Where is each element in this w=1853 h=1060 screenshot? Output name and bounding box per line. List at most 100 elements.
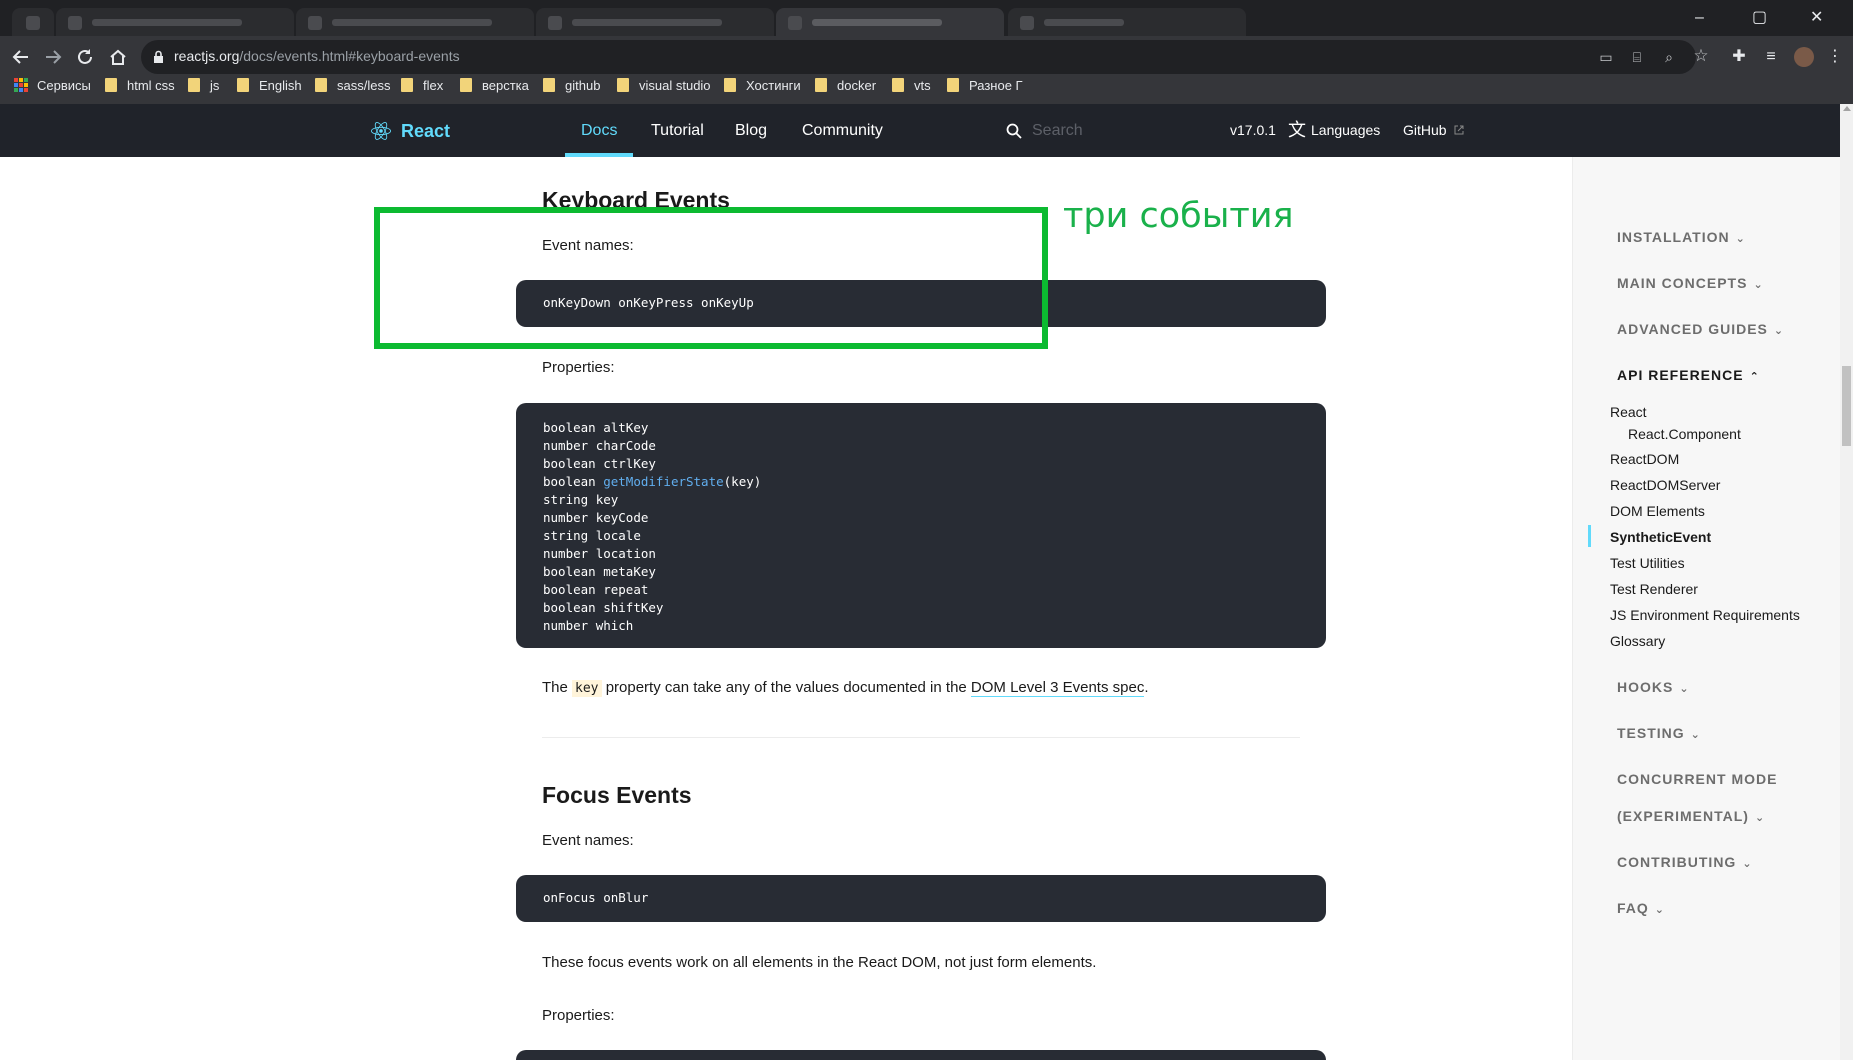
search-box[interactable] [1006, 120, 1182, 142]
page-scrollbar[interactable] [1840, 104, 1853, 1060]
url-path: /docs/events.html#keyboard-events [239, 48, 460, 64]
sidebar-item-syntheticevent[interactable]: SyntheticEvent [1610, 529, 1711, 545]
bookmark-apps[interactable]: Сервисы [14, 76, 91, 96]
prop-name: which [595, 618, 634, 633]
languages-link[interactable]: 文 Languages [1288, 104, 1380, 157]
sidebar-section-testing[interactable]: TESTING ⌄ [1617, 725, 1701, 741]
sidebar-section-concurrent-mode[interactable]: CONCURRENT MODE [1617, 771, 1777, 787]
bookmark-folder[interactable]: Разное Г [947, 76, 1023, 96]
bookmark-folder[interactable]: верстка [460, 76, 529, 96]
event-names-label: Event names: [542, 832, 634, 849]
react-logo-link[interactable]: React [371, 118, 450, 144]
github-link[interactable]: GitHub [1403, 104, 1464, 157]
chevron-down-icon: ⌄ [1690, 729, 1701, 741]
bookmark-star-icon[interactable]: ☆ [1692, 47, 1710, 65]
extensions-icon[interactable]: ✚ [1728, 46, 1750, 68]
sidebar-item-test-renderer[interactable]: Test Renderer [1610, 581, 1698, 597]
zoom-icon[interactable]: ⌕ [1660, 48, 1678, 66]
properties-label: Properties: [542, 1007, 615, 1024]
note-text: property can take any of the values docu… [605, 679, 967, 696]
reload-icon[interactable] [70, 42, 100, 72]
sidebar-section-api-reference[interactable]: API REFERENCE ⌃ [1617, 367, 1760, 383]
code-line: number keyCode [543, 510, 648, 525]
browser-tab[interactable] [56, 8, 294, 36]
address-bar[interactable]: reactjs.org/docs/events.html#keyboard-ev… [141, 40, 1709, 74]
folder-icon [460, 78, 472, 92]
sidebar-section-installation[interactable]: INSTALLATION ⌄ [1617, 229, 1746, 245]
scroll-up-arrow-icon[interactable] [1843, 106, 1851, 111]
bookmark-label: English [259, 78, 302, 93]
home-icon[interactable] [103, 42, 133, 72]
lock-icon[interactable] [153, 50, 164, 64]
menu-kebab-icon[interactable]: ⋮ [1824, 46, 1846, 68]
section-label: (EXPERIMENTAL) [1617, 808, 1749, 824]
browser-tab[interactable] [1008, 8, 1246, 36]
prop-name: locale [595, 528, 641, 543]
reading-list-icon[interactable]: ≡ [1760, 46, 1782, 68]
nav-docs[interactable]: Docs [581, 104, 617, 157]
scroll-thumb[interactable] [1842, 366, 1851, 446]
bookmark-folder[interactable]: flex [401, 76, 443, 96]
bookmark-folder[interactable]: English [237, 76, 302, 96]
minimize-icon[interactable]: – [1695, 10, 1704, 26]
search-input[interactable] [1032, 122, 1182, 140]
url-host: reactjs.org [174, 48, 240, 64]
sidebar-section-hooks[interactable]: HOOKS ⌄ [1617, 679, 1690, 695]
bookmark-label: sass/less [337, 78, 391, 93]
sidebar-item-react[interactable]: React [1610, 404, 1647, 420]
sidebar-item-test-utilities[interactable]: Test Utilities [1610, 555, 1685, 571]
sidebar-section-advanced-guides[interactable]: ADVANCED GUIDES ⌄ [1617, 321, 1784, 337]
bookmark-label: Хостинги [746, 78, 801, 93]
sidebar-section-contributing[interactable]: CONTRIBUTING ⌄ [1617, 854, 1753, 870]
search-icon [1006, 123, 1022, 139]
bookmark-folder[interactable]: visual studio [617, 76, 711, 96]
sidebar-section-experimental[interactable]: (EXPERIMENTAL) ⌄ [1617, 808, 1765, 824]
browser-tab[interactable] [296, 8, 534, 36]
tab-favicon-icon [548, 16, 562, 30]
prop-type: number [543, 618, 596, 633]
bookmark-label: Разное Г [969, 78, 1023, 93]
bookmark-folder[interactable]: sass/less [315, 76, 390, 96]
tab-title [332, 19, 492, 26]
sidebar-item-reactdom[interactable]: ReactDOM [1610, 451, 1679, 467]
code-line: boolean metaKey [543, 564, 656, 579]
nav-tutorial[interactable]: Tutorial [651, 104, 704, 157]
bookmarks-bar: Сервисы html css js English sass/less fl… [0, 71, 1853, 101]
prop-name: altKey [603, 420, 649, 435]
tab-favicon-icon [788, 16, 802, 30]
browser-tab-active[interactable] [776, 8, 1004, 36]
translate-icon[interactable]: ⌸ [1628, 48, 1646, 66]
bookmark-folder[interactable]: Хостинги [724, 76, 801, 96]
profile-avatar[interactable] [1793, 46, 1815, 68]
maximize-icon[interactable]: ▢ [1752, 10, 1767, 26]
close-window-icon[interactable]: ✕ [1810, 10, 1823, 26]
dom-level3-spec-link[interactable]: DOM Level 3 Events spec [970, 679, 1145, 697]
sidebar-section-main-concepts[interactable]: MAIN CONCEPTS ⌄ [1617, 275, 1764, 291]
nav-blog[interactable]: Blog [735, 104, 767, 157]
bookmark-folder[interactable]: js [188, 76, 219, 96]
sidebar-section-faq[interactable]: FAQ ⌄ [1617, 900, 1665, 916]
code-block-focus-event-names: onFocus onBlur [516, 875, 1326, 922]
bookmark-folder[interactable]: github [543, 76, 600, 96]
code-line: number charCode [543, 438, 656, 453]
folder-icon [947, 78, 959, 92]
sidebar-item-glossary[interactable]: Glossary [1610, 633, 1665, 649]
section-label: HOOKS [1617, 679, 1674, 695]
version-link[interactable]: v17.0.1 [1230, 104, 1276, 157]
bookmark-folder[interactable]: docker [815, 76, 876, 96]
browser-tab[interactable] [536, 8, 774, 36]
forward-arrow-icon[interactable] [38, 42, 68, 72]
sidebar-item-reactdomserver[interactable]: ReactDOMServer [1610, 477, 1720, 493]
browser-tab[interactable] [12, 8, 54, 36]
back-arrow-icon[interactable] [6, 42, 36, 72]
prop-type: boolean [543, 582, 604, 597]
bookmark-folder[interactable]: html css [105, 76, 175, 96]
nav-community[interactable]: Community [802, 104, 883, 157]
sidebar-item-js-environment[interactable]: JS Environment Requirements [1610, 607, 1800, 623]
sidebar-item-react-component[interactable]: React.Component [1628, 426, 1741, 442]
brand-name: React [401, 120, 451, 141]
cast-icon[interactable]: ▭ [1597, 48, 1615, 66]
sidebar-item-dom-elements[interactable]: DOM Elements [1610, 503, 1705, 519]
code-line: boolean repeat [543, 582, 648, 597]
bookmark-folder[interactable]: vts [892, 76, 931, 96]
